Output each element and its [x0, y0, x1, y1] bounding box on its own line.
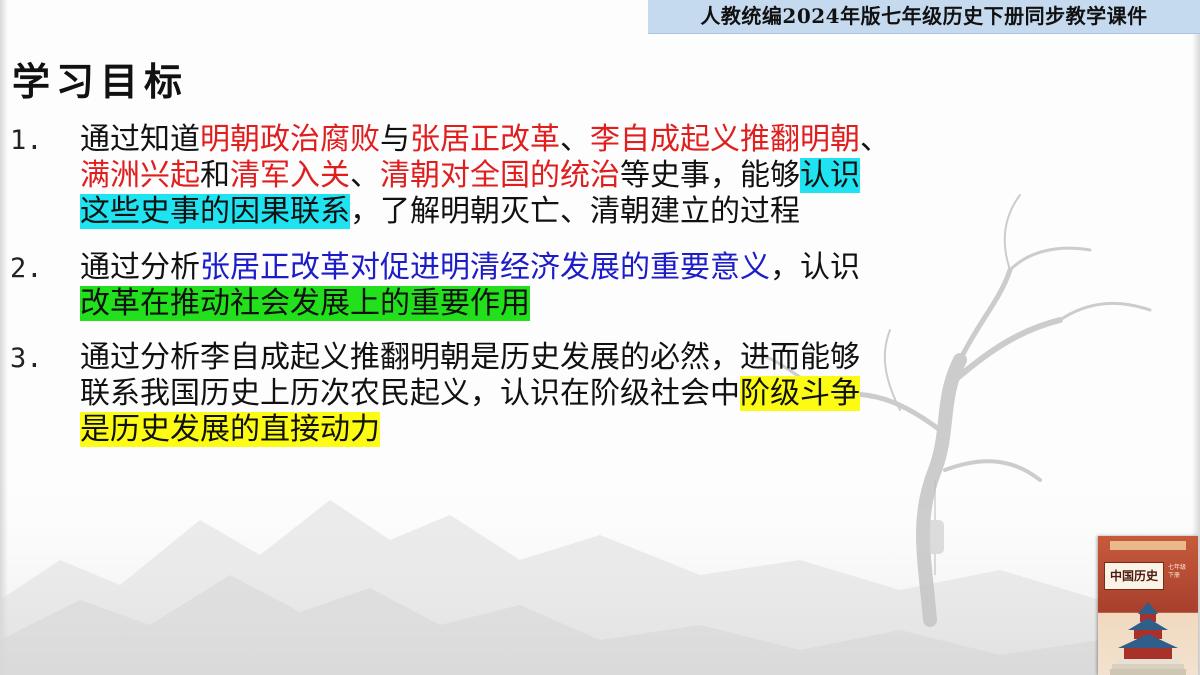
key-event-text: 明朝政治腐败	[200, 122, 380, 157]
objective-line: 满洲兴起和清军入关、清朝对全国的统治等史事，能够认识	[80, 158, 1010, 194]
objective-text: ，认识	[770, 250, 860, 285]
book-grade-label: 七年级 下册	[1168, 564, 1187, 579]
objective-line: 改革在推动社会发展上的重要作用	[80, 286, 1010, 322]
textbook-cover: 中国历史 七年级 下册	[1098, 536, 1198, 675]
book-title: 中国历史	[1104, 562, 1164, 590]
objective-line: 通过分析李自成起义推翻明朝是历史发展的必然，进而能够	[80, 340, 1010, 376]
objective-item-2: 通过分析张居正改革对促进明清经济发展的重要意义，认识 改革在推动社会发展上的重要作…	[80, 250, 1010, 322]
slide: 人教统编2024年版七年级历史下册同步教学课件 学习目标 1. 通过知道明朝政治…	[0, 0, 1200, 675]
key-event-text: 满洲兴起	[80, 158, 200, 193]
key-event-text: 李自成起义推翻明朝	[590, 122, 860, 157]
highlighted-text: 是历史发展的直接动力	[80, 412, 380, 447]
objective-text: 、	[860, 122, 890, 157]
objective-text: 和	[200, 158, 230, 193]
objective-item-1: 通过知道明朝政治腐败与张居正改革、李自成起义推翻明朝、 满洲兴起和清军入关、清朝对…	[80, 122, 1010, 230]
key-event-text: 清军入关	[230, 158, 350, 193]
page-title: 学习目标	[12, 60, 189, 104]
objective-line: 联系我国历史上历次农民起义，认识在阶级社会中阶级斗争	[80, 376, 1010, 412]
objective-item-3: 通过分析李自成起义推翻明朝是历史发展的必然，进而能够 联系我国历史上历次农民起义，…	[80, 340, 1010, 448]
book-top-strip	[1110, 541, 1186, 550]
objective-line: 是历史发展的直接动力	[80, 412, 1010, 448]
key-event-text: 张居正改革	[410, 122, 560, 157]
highlighted-text: 这些史事的因果联系	[80, 194, 350, 229]
objective-text: 等史事，能够	[620, 158, 800, 193]
objective-text: 、	[350, 158, 380, 193]
objective-text: 通过分析李自成起义推翻明朝是历史发展的必然，进而能够	[80, 340, 860, 375]
highlighted-text: 阶级斗争	[740, 376, 860, 411]
header-banner: 人教统编2024年版七年级历史下册同步教学课件	[648, 0, 1200, 34]
objective-number: 2.	[10, 253, 43, 284]
objective-text: 、	[560, 122, 590, 157]
objective-number: 1.	[10, 125, 43, 156]
objective-text: 通过知道	[80, 122, 200, 157]
objective-text: ，了解明朝灭亡、清朝建立的过程	[350, 194, 800, 229]
temple-of-heaven-icon	[1110, 602, 1186, 675]
objective-line: 通过分析张居正改革对促进明清经济发展的重要意义，认识	[80, 250, 1010, 286]
highlighted-text: 认识	[800, 158, 860, 193]
objective-text: 通过分析	[80, 250, 200, 285]
left-edge-shadow	[0, 0, 8, 675]
objective-line: 这些史事的因果联系，了解明朝灭亡、清朝建立的过程	[80, 194, 1010, 230]
header-banner-text: 人教统编2024年版七年级历史下册同步教学课件	[700, 4, 1148, 28]
objective-line: 通过知道明朝政治腐败与张居正改革、李自成起义推翻明朝、	[80, 122, 1010, 158]
objective-number: 3.	[10, 343, 43, 374]
objective-text: 与	[380, 122, 410, 157]
key-event-text: 清朝对全国的统治	[380, 158, 620, 193]
key-concept-text: 张居正改革对促进明清经济发展的重要意义	[200, 250, 770, 285]
highlighted-text: 改革在推动社会发展上的重要作用	[80, 286, 530, 321]
objective-text: 联系我国历史上历次农民起义，认识在阶级社会中	[80, 376, 740, 411]
